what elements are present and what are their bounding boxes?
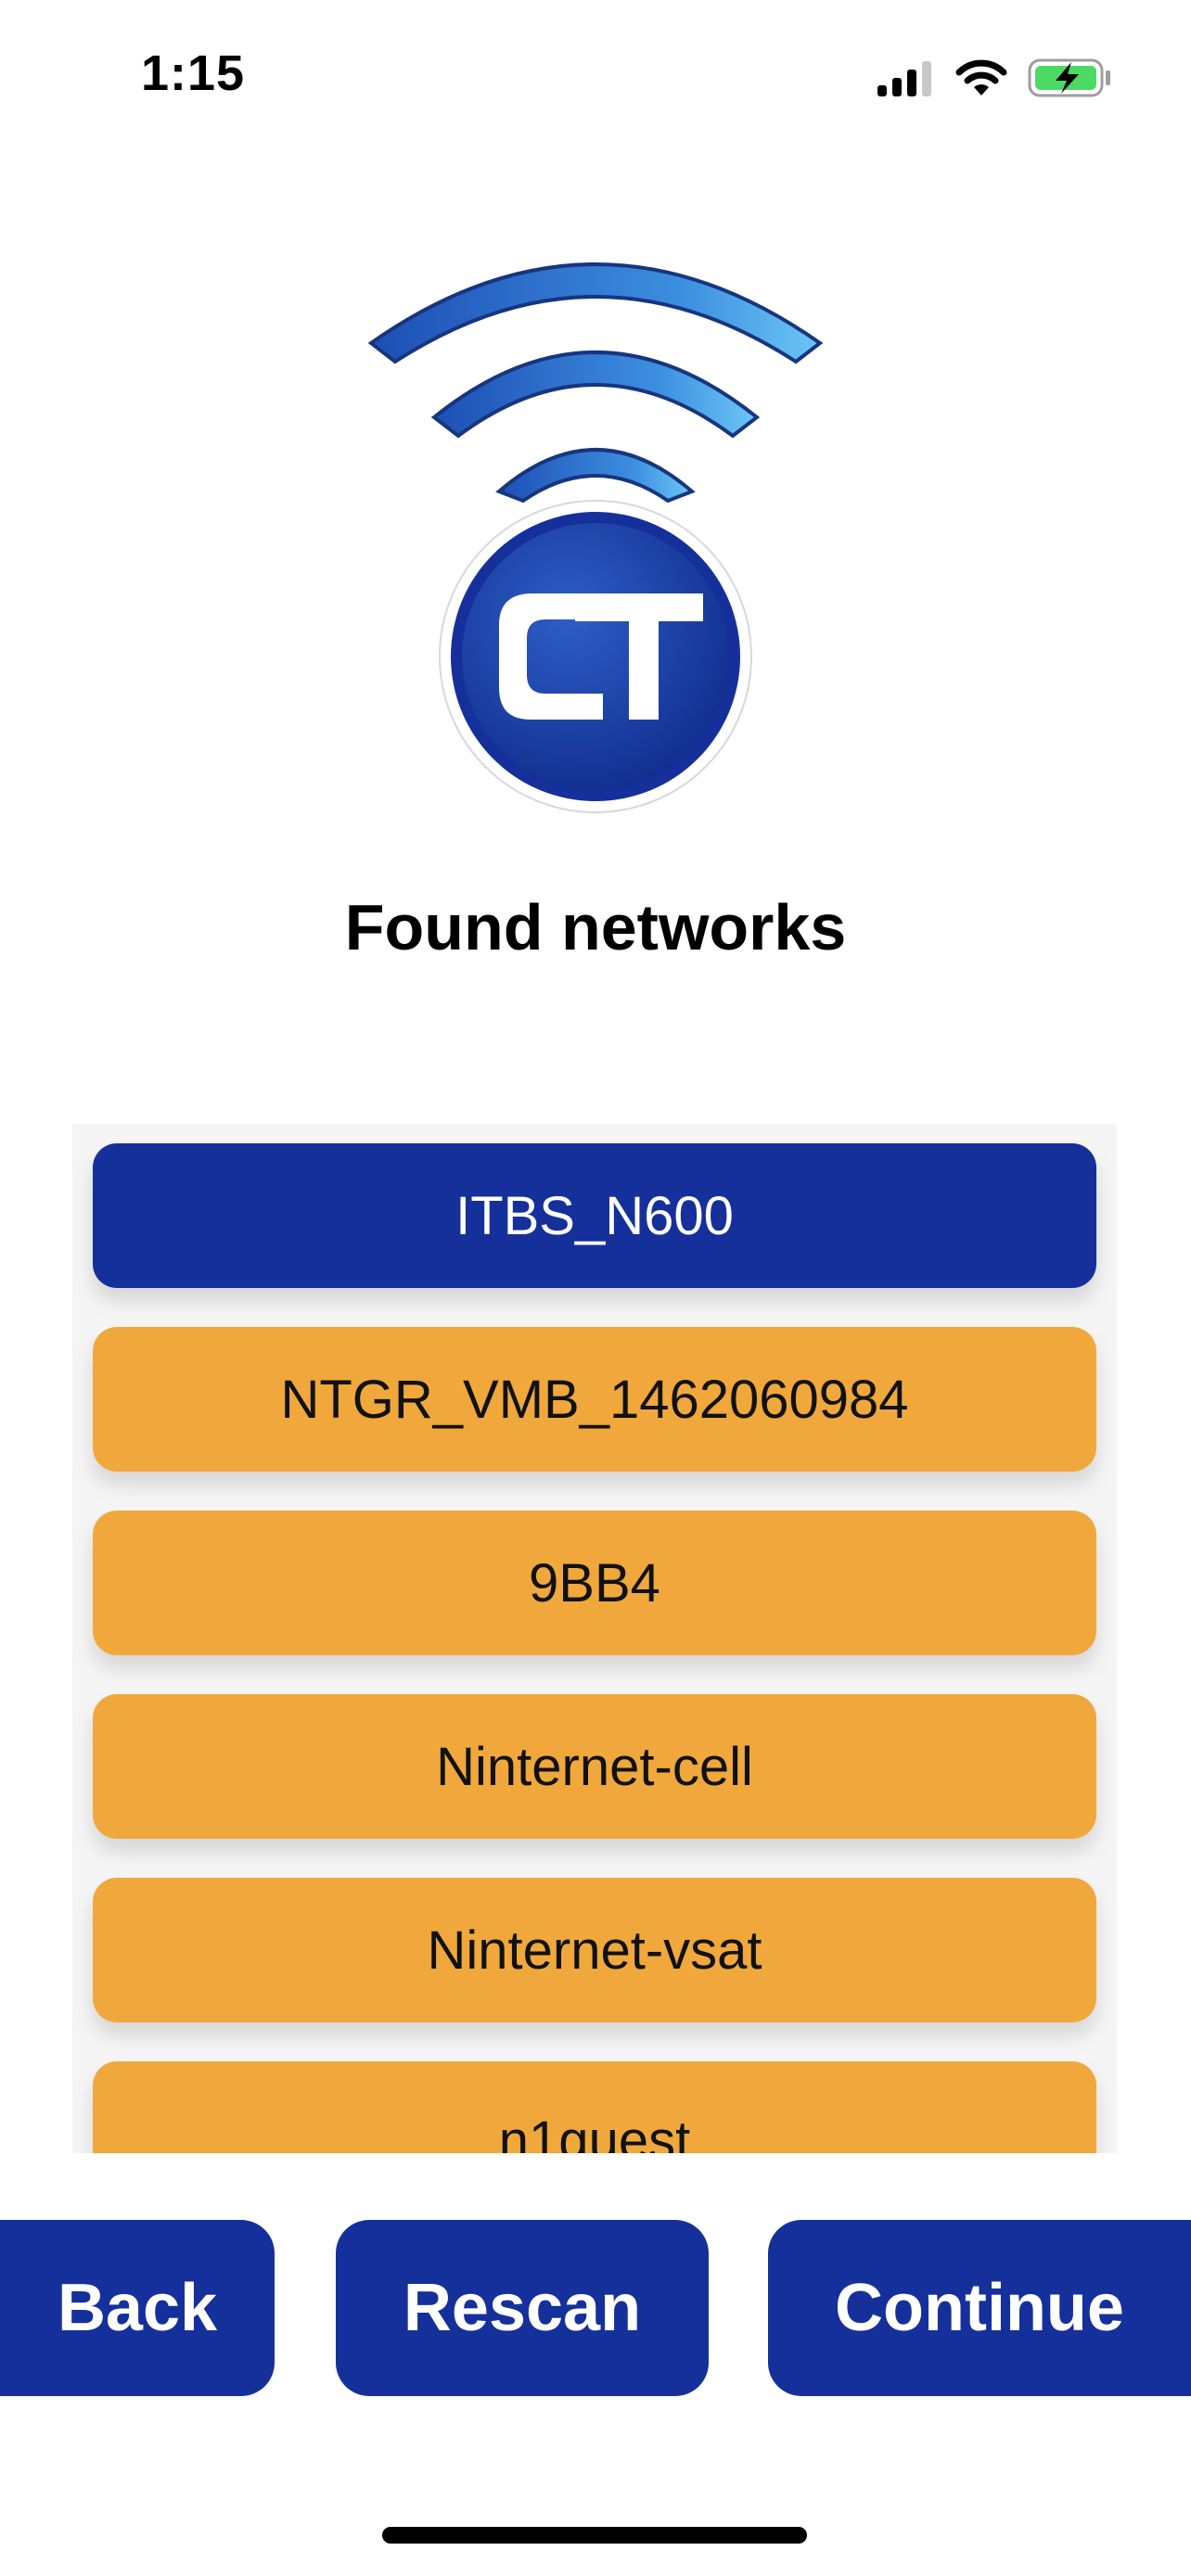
network-item-ninternet-cell[interactable]: Ninternet-cell xyxy=(93,1694,1096,1839)
status-icons xyxy=(876,57,1113,98)
continue-button[interactable]: Continue xyxy=(768,2220,1191,2396)
network-item-itbs-n600[interactable]: ITBS_N600 xyxy=(93,1143,1096,1288)
network-ssid: Ninternet-vsat xyxy=(427,1919,762,1981)
back-button-label: Back xyxy=(57,2271,218,2345)
status-bar: 1:15 xyxy=(0,0,1191,158)
network-ssid: Ninternet-cell xyxy=(436,1736,753,1797)
network-ssid: n1guest xyxy=(498,2111,691,2153)
continue-button-label: Continue xyxy=(835,2271,1124,2345)
back-button[interactable]: Back xyxy=(0,2220,275,2396)
network-ssid: 9BB4 xyxy=(529,1552,660,1613)
rescan-button[interactable]: Rescan xyxy=(336,2220,709,2396)
page-title: Found networks xyxy=(344,891,847,963)
network-item-ninternet-vsat[interactable]: Ninternet-vsat xyxy=(93,1878,1096,2022)
network-ssid: NTGR_VMB_1462060984 xyxy=(280,1369,909,1430)
network-item-n1guest[interactable]: n1guest xyxy=(93,2061,1096,2153)
battery-charging-icon xyxy=(1028,58,1110,97)
network-list[interactable]: ITBS_N600 NTGR_VMB_1462060984 9BB4 Ninte… xyxy=(72,1124,1117,2153)
status-time: 1:15 xyxy=(141,45,246,101)
home-indicator[interactable] xyxy=(382,2527,807,2544)
wifi-icon xyxy=(955,59,1007,96)
cellular-signal-icon xyxy=(877,61,931,96)
wifi-ct-logo-icon: CT xyxy=(367,262,824,813)
network-ssid: ITBS_N600 xyxy=(455,1185,734,1246)
app-logo: CT xyxy=(360,223,831,816)
network-item-ntgr-vmb[interactable]: NTGR_VMB_1462060984 xyxy=(93,1327,1096,1472)
network-item-9bb4[interactable]: 9BB4 xyxy=(93,1511,1096,1655)
rescan-button-label: Rescan xyxy=(403,2271,642,2345)
